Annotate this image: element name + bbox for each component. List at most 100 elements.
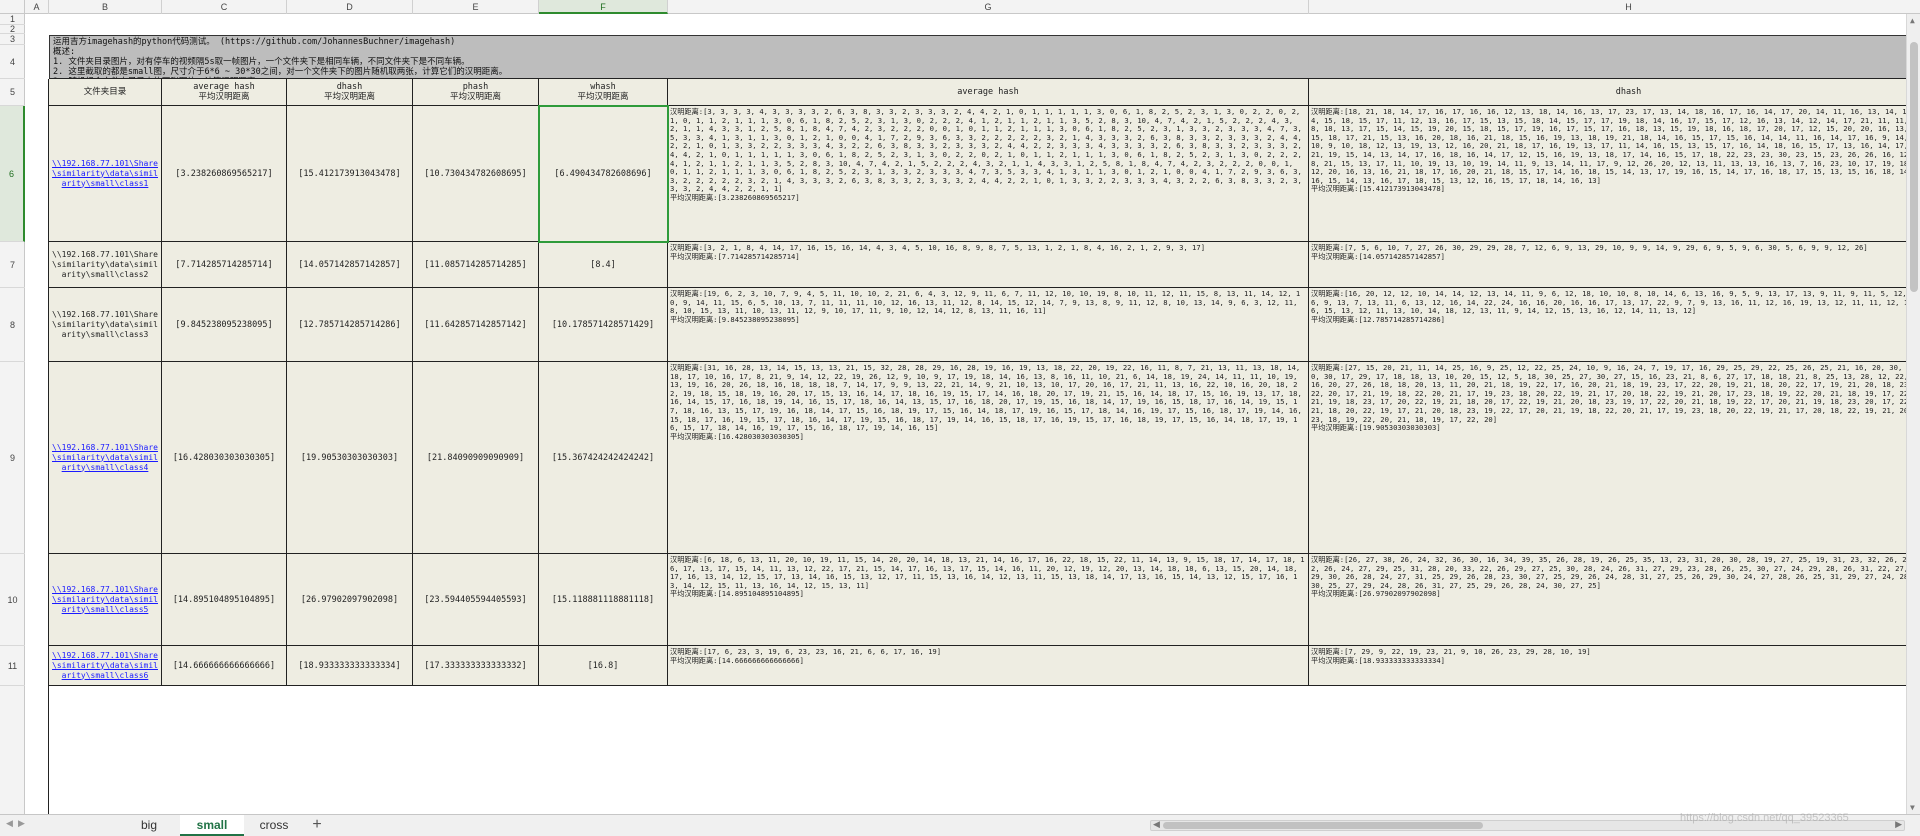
column-header-c[interactable]: C	[162, 0, 287, 14]
average-distance: 平均汉明距离:[19.90530303030303]	[1311, 423, 1441, 433]
average-distance: 平均汉明距离:[7.714285714285714]	[670, 251, 800, 261]
avg-hash-distances-cell[interactable]: 汉明距离:[17, 6, 23, 3, 19, 6, 23, 23, 16, 2…	[668, 646, 1309, 686]
distance-list: 汉明距离:[7, 5, 6, 10, 7, 27, 26, 30, 29, 29…	[1311, 243, 1868, 252]
scroll-up-icon[interactable]: ▲	[1910, 16, 1915, 25]
table-top-border	[49, 78, 1920, 79]
sheet-tab-cross[interactable]: cross	[245, 815, 303, 836]
column-header-a[interactable]: A	[25, 0, 49, 14]
whash-cell[interactable]: [15.118881118881118]	[539, 554, 668, 646]
avg-hash-distances-cell[interactable]: 汉明距离:[3, 2, 1, 8, 4, 14, 17, 16, 15, 16,…	[668, 242, 1309, 288]
dhash-cell[interactable]: [18.933333333333334]	[287, 646, 413, 686]
row-header-bar: 1 2 3 4 5 6 7 8 9 10 11	[0, 14, 25, 814]
vertical-scroll-thumb[interactable]	[1910, 42, 1918, 292]
tab-scroll-left-icon[interactable]: ◀	[6, 818, 13, 829]
column-header-bar: ABCDEFGH	[0, 0, 1920, 14]
distance-list: 汉明距离:[16, 20, 12, 12, 10, 14, 14, 12, 13…	[1311, 289, 1920, 316]
scroll-left-icon[interactable]: ◀	[1153, 819, 1160, 830]
phash-cell[interactable]: [11.642857142857142]	[413, 288, 539, 362]
folder-path-cell[interactable]: \\192.168.77.101\Share\similarity\data\s…	[49, 362, 162, 554]
intro-line-overview: 概述:	[53, 47, 76, 57]
row-header-6[interactable]: 6	[0, 106, 25, 242]
avg-hash-distances-cell[interactable]: 汉明距离:[3, 3, 3, 3, 4, 3, 3, 3, 3, 2, 6, 3…	[668, 106, 1309, 242]
intro-line-title: 运用吉方imagehash的python代码测试。 (https://githu…	[53, 37, 456, 47]
column-header-d[interactable]: D	[287, 0, 413, 14]
dhash-distances-cell[interactable]: 汉明距离:[26, 27, 38, 26, 24, 32, 36, 30, 16…	[1309, 554, 1920, 646]
distance-list: 汉明距离:[27, 15, 20, 21, 11, 14, 25, 16, 9,…	[1311, 363, 1920, 424]
dhash-cell[interactable]: [26.97902097902098]	[287, 554, 413, 646]
horizontal-scroll-thumb[interactable]	[1163, 822, 1483, 829]
avg-hash-cell[interactable]: [14.666666666666666]	[162, 646, 287, 686]
watermark-text: https://blog.csdn.net/qq_39523365	[1680, 812, 1849, 824]
row-header-5[interactable]: 5	[0, 79, 25, 106]
column-header-f[interactable]: F	[539, 0, 668, 14]
dhash-cell[interactable]: [15.412173913043478]	[287, 106, 413, 242]
tab-scroll-right-icon[interactable]: ▶	[18, 818, 25, 829]
header-phash: phash 平均汉明距离	[413, 79, 539, 106]
sheet-tab-big[interactable]: big	[120, 815, 178, 836]
folder-path-cell[interactable]: \\192.168.77.101\Share\similarity\data\s…	[49, 646, 162, 686]
row-header-8[interactable]: 8	[0, 288, 25, 362]
vertical-scrollbar[interactable]: ▲ ▼	[1906, 14, 1920, 814]
intro-line-2: 2. 这里截取的都是small图，尺寸介于6*6 ~ 30*30之间，对一个文件…	[53, 67, 508, 77]
phash-cell[interactable]: [21.84090909090909]	[413, 362, 539, 554]
distance-list: 汉明距离:[31, 16, 28, 13, 14, 15, 13, 13, 21…	[670, 363, 1302, 433]
dhash-distances-cell[interactable]: 汉明距离:[18, 21, 18, 14, 17, 16, 17, 16, 16…	[1309, 106, 1920, 242]
whash-cell[interactable]: [10.178571428571429]	[539, 288, 668, 362]
scroll-down-icon[interactable]: ▼	[1910, 803, 1915, 812]
intro-description-block: 运用吉方imagehash的python代码测试。 (https://githu…	[49, 35, 1920, 80]
distance-list: 汉明距离:[6, 18, 6, 13, 11, 20, 10, 19, 11, …	[670, 555, 1305, 590]
avg-hash-cell[interactable]: [7.714285714285714]	[162, 242, 287, 288]
dhash-distances-cell[interactable]: 汉明距离:[16, 20, 12, 12, 10, 14, 14, 12, 13…	[1309, 288, 1920, 362]
dhash-cell[interactable]: [19.90530303030303]	[287, 362, 413, 554]
row-header-11[interactable]: 11	[0, 646, 25, 686]
folder-path-cell[interactable]: \\192.168.77.101\Share\similarity\data\s…	[49, 242, 162, 288]
folder-path-cell[interactable]: \\192.168.77.101\Share\similarity\data\s…	[49, 554, 162, 646]
average-distance: 平均汉明距离:[16.428030303030305]	[670, 431, 804, 441]
row-header-9[interactable]: 9	[0, 362, 25, 554]
column-header-e[interactable]: E	[413, 0, 539, 14]
dhash-cell[interactable]: [14.057142857142857]	[287, 242, 413, 288]
folder-path-cell[interactable]: \\192.168.77.101\Share\similarity\data\s…	[49, 288, 162, 362]
dhash-distances-cell[interactable]: 汉明距离:[27, 15, 20, 21, 11, 14, 25, 16, 9,…	[1309, 362, 1920, 554]
column-header-g[interactable]: G	[668, 0, 1309, 14]
row-header-10[interactable]: 10	[0, 554, 25, 646]
avg-hash-cell[interactable]: [14.895104895104895]	[162, 554, 287, 646]
avg-hash-distances-cell[interactable]: 汉明距离:[31, 16, 28, 13, 14, 15, 13, 13, 21…	[668, 362, 1309, 554]
phash-cell[interactable]: [11.085714285714285]	[413, 242, 539, 288]
row-header-2[interactable]: 2	[0, 25, 25, 34]
avg-hash-distances-cell[interactable]: 汉明距离:[6, 18, 6, 13, 11, 20, 10, 19, 11, …	[668, 554, 1309, 646]
header-whash: whash 平均汉明距离	[539, 79, 668, 106]
column-header-h[interactable]: H	[1309, 0, 1920, 14]
dhash-cell[interactable]: [12.785714285714286]	[287, 288, 413, 362]
add-sheet-button[interactable]: +	[305, 815, 329, 836]
sheet-grid[interactable]: 运用吉方imagehash的python代码测试。 (https://githu…	[25, 14, 1920, 814]
distance-list: 汉明距离:[3, 2, 1, 8, 4, 14, 17, 16, 15, 16,…	[670, 243, 1206, 252]
whash-cell[interactable]: [16.8]	[539, 646, 668, 686]
spreadsheet-window: ABCDEFGH 1 2 3 4 5 6 7 8 9 10 11 运用吉方imagehash的pyt…	[0, 0, 1920, 836]
dhash-distances-cell[interactable]: 汉明距离:[7, 29, 9, 22, 19, 23, 21, 9, 10, 2…	[1309, 646, 1920, 686]
avg-hash-cell[interactable]: [9.845238095238095]	[162, 288, 287, 362]
phash-cell[interactable]: [23.594405594405593]	[413, 554, 539, 646]
row-header-3[interactable]: 3	[0, 34, 25, 45]
distance-list: 汉明距离:[17, 6, 23, 3, 19, 6, 23, 23, 16, 2…	[670, 647, 942, 656]
row-header-7[interactable]: 7	[0, 242, 25, 288]
dhash-distances-cell[interactable]: 汉明距离:[7, 5, 6, 10, 7, 27, 26, 30, 29, 29…	[1309, 242, 1920, 288]
header-dhash: dhash 平均汉明距离	[287, 79, 413, 106]
avg-hash-cell[interactable]: [3.238260869565217]	[162, 106, 287, 242]
sheet-tab-small[interactable]: small	[180, 815, 244, 836]
phash-cell[interactable]: [17.333333333333332]	[413, 646, 539, 686]
avg-hash-distances-cell[interactable]: 汉明距离:[19, 6, 2, 3, 10, 7, 9, 4, 5, 11, 1…	[668, 288, 1309, 362]
phash-cell[interactable]: [10.730434782608695]	[413, 106, 539, 242]
avg-hash-cell[interactable]: [16.428030303030305]	[162, 362, 287, 554]
whash-cell[interactable]: [8.4]	[539, 242, 668, 288]
folder-path-cell[interactable]: \\192.168.77.101\Share\similarity\data\s…	[49, 106, 162, 242]
distance-list: 汉明距离:[19, 6, 2, 3, 10, 7, 9, 4, 5, 11, 1…	[670, 289, 1301, 316]
select-all-corner[interactable]	[0, 0, 25, 14]
whash-cell[interactable]: [15.367424242424242]	[539, 362, 668, 554]
row-header-4[interactable]: 4	[0, 45, 25, 79]
scroll-right-icon[interactable]: ▶	[1895, 819, 1902, 830]
intro-line-1: 1. 文件夹目录图片，对有停车的视频隔5s取一帧图片，一个文件夹下是相同车辆，不…	[53, 57, 470, 67]
header-dir: 文件夹目录	[49, 79, 162, 106]
whash-cell[interactable]: [6.490434782608696]	[539, 106, 668, 242]
column-header-b[interactable]: B	[49, 0, 162, 14]
